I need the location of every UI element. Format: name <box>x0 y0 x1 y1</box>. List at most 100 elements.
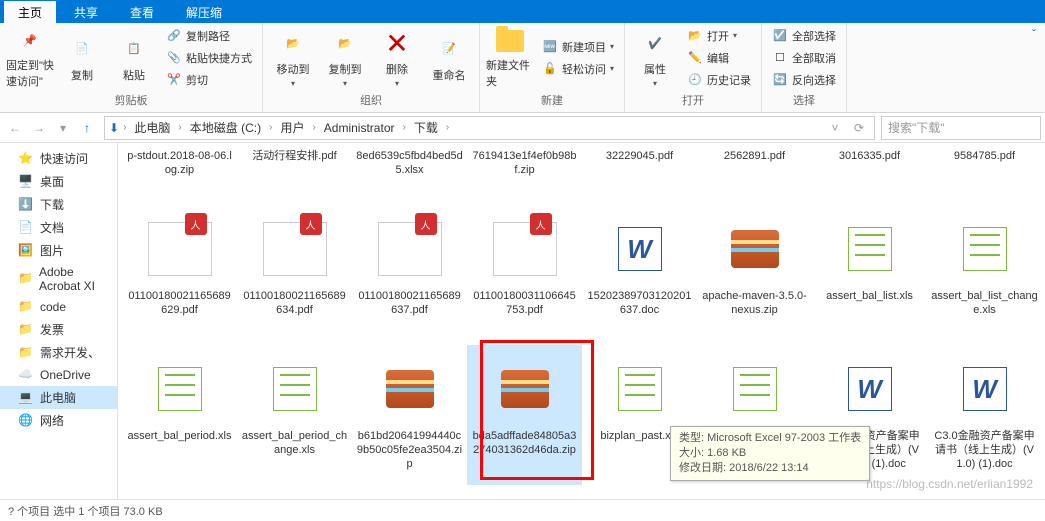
edit-button[interactable]: ✏️编辑 <box>683 48 755 68</box>
paste-button[interactable]: 📋 粘贴 <box>110 27 158 89</box>
ribbon-group-clipboard: 📌 固定到"快速访问" 📄 复制 📋 粘贴 🔗复制路径 📎粘贴快捷方式 ✂️剪切… <box>0 23 263 112</box>
easy-access-button[interactable]: 🔓轻松访问▾ <box>538 59 618 79</box>
open-button[interactable]: 📂打开▾ <box>683 26 755 46</box>
new-item-icon: 🆕 <box>542 39 558 55</box>
file-thumb <box>949 213 1021 285</box>
file-name: 01100180031106645753.pdf <box>467 289 582 317</box>
file-item[interactable]: 32229045.pdf <box>582 145 697 205</box>
rename-button[interactable]: 📝重命名 <box>425 27 473 89</box>
sidebar-item-Adobe Acrobat XI[interactable]: 📁Adobe Acrobat XI <box>0 262 117 296</box>
sidebar-item-快速访问[interactable]: ⭐快速访问 <box>0 147 117 170</box>
invert-select-button[interactable]: 🔄反向选择 <box>768 70 840 90</box>
tab-share[interactable]: 共享 <box>60 1 112 23</box>
sidebar-item-桌面[interactable]: 🖥️桌面 <box>0 170 117 193</box>
file-thumb: 人 <box>259 213 331 285</box>
nav-forward-button[interactable]: → <box>28 117 50 139</box>
ribbon-collapse-button[interactable]: ˇ <box>1023 23 1045 45</box>
move-to-button[interactable]: 📂移动到▾ <box>269 27 317 89</box>
sidebar-item-需求开发、[interactable]: 📁需求开发、 <box>0 341 117 364</box>
file-name: 01100180021165689634.pdf <box>237 289 352 317</box>
crumb-downloads[interactable]: 下载 <box>410 119 442 136</box>
file-item[interactable]: 活动行程安排.pdf <box>237 145 352 205</box>
file-thumb <box>834 213 906 285</box>
search-input[interactable]: 搜索"下载" <box>881 116 1041 140</box>
file-grid[interactable]: p-stdout.2018-08-06.log.zip活动行程安排.pdf8ed… <box>118 143 1045 499</box>
sidebar-item-label: 发票 <box>40 321 64 338</box>
cut-icon: ✂️ <box>166 72 182 88</box>
delete-button[interactable]: ✕删除▾ <box>373 27 421 89</box>
file-item[interactable]: assert_bal_period_change.xls <box>237 345 352 485</box>
chevron-down-icon: ▾ <box>343 79 347 88</box>
file-item[interactable]: assert_bal_period.xls <box>122 345 237 485</box>
breadcrumb-bar: ← → ▾ ↑ ⬇ › 此电脑› 本地磁盘 (C:)› 用户› Administ… <box>0 113 1045 143</box>
select-none-button[interactable]: ☐全部取消 <box>768 48 840 68</box>
file-item[interactable]: 8ed6539c5fbd4bed5d5.xlsx <box>352 145 467 205</box>
file-item[interactable]: 2562891.pdf <box>697 145 812 205</box>
nav-up-button[interactable]: ↑ <box>76 117 98 139</box>
file-item[interactable]: 7619413e1f4ef0b98bf.zip <box>467 145 582 205</box>
refresh-button[interactable]: ⟳ <box>848 117 870 139</box>
chevron-right-icon: › <box>121 122 128 133</box>
file-item[interactable]: 人 01100180021165689634.pdf <box>237 205 352 345</box>
file-item[interactable]: WC3.0金融资产备案申请书（线上生成）(V1.0) (1).doc <box>927 345 1042 485</box>
file-item[interactable]: p-stdout.2018-08-06.log.zip <box>122 145 237 205</box>
cut-button[interactable]: ✂️剪切 <box>162 70 256 90</box>
delete-label: 删除 <box>386 61 408 77</box>
chevron-down-icon: ▾ <box>653 79 657 88</box>
open-icon: 📂 <box>687 28 703 44</box>
new-item-button[interactable]: 🆕新建项目▾ <box>538 37 618 57</box>
sidebar-item-OneDrive[interactable]: ☁️OneDrive <box>0 364 117 386</box>
file-item[interactable]: apache-maven-3.5.0-nexus.zip <box>697 205 812 345</box>
new-folder-label: 新建文件夹 <box>486 57 534 89</box>
sidebar-item-code[interactable]: 📁code <box>0 296 117 318</box>
file-item[interactable]: 人01100180021165689637.pdf <box>352 205 467 345</box>
file-item[interactable]: 3016335.pdf <box>812 145 927 205</box>
delete-icon: ✕ <box>381 27 413 59</box>
nav-recent-button[interactable]: ▾ <box>52 117 74 139</box>
select-all-button[interactable]: ☑️全部选择 <box>768 26 840 46</box>
download-icon: ⬇️ <box>18 197 34 213</box>
file-name: bda5adffade84805a3274031362d46da.zip <box>467 429 582 457</box>
history-button[interactable]: 🕘历史记录 <box>683 70 755 90</box>
file-item[interactable]: assert_bal_list.xls <box>812 205 927 345</box>
sidebar-item-网络[interactable]: 🌐网络 <box>0 409 117 432</box>
file-item[interactable]: W15202389703120201637.doc <box>582 205 697 345</box>
path-dropdown-button[interactable]: ˅ <box>824 117 846 139</box>
paste-shortcut-button[interactable]: 📎粘贴快捷方式 <box>162 48 256 68</box>
easy-access-icon: 🔓 <box>542 61 558 77</box>
file-item[interactable]: 人01100180021165689629.pdf <box>122 205 237 345</box>
tab-home[interactable]: 主页 <box>4 1 56 23</box>
sidebar-item-此电脑[interactable]: 💻此电脑 <box>0 386 117 409</box>
tooltip-modified-value: 2018/6/22 13:14 <box>729 462 809 474</box>
properties-button[interactable]: ✔️属性▾ <box>631 27 679 89</box>
sidebar-item-下载[interactable]: ⬇️下载 <box>0 193 117 216</box>
network-icon: 🌐 <box>18 413 34 429</box>
pin-quick-access-button[interactable]: 📌 固定到"快速访问" <box>6 27 54 89</box>
crumb-admin[interactable]: Administrator <box>320 121 399 135</box>
copy-path-button[interactable]: 🔗复制路径 <box>162 26 256 46</box>
copy-button[interactable]: 📄 复制 <box>58 27 106 89</box>
file-name: 32229045.pdf <box>602 149 677 163</box>
breadcrumb-path[interactable]: ⬇ › 此电脑› 本地磁盘 (C:)› 用户› Administrator› 下… <box>104 116 875 140</box>
document-icon: 📄 <box>18 220 34 236</box>
tab-extract[interactable]: 解压缩 <box>172 1 236 23</box>
new-folder-button[interactable]: 新建文件夹 <box>486 27 534 89</box>
file-item[interactable]: 人01100180031106645753.pdf <box>467 205 582 345</box>
sidebar-item-发票[interactable]: 📁发票 <box>0 318 117 341</box>
file-item[interactable]: b61bd20641994440c9b50c05fe2ea3504.zip <box>352 345 467 485</box>
tab-view[interactable]: 查看 <box>116 1 168 23</box>
file-item[interactable]: assert_bal_list_change.xls <box>927 205 1042 345</box>
nav-back-button[interactable]: ← <box>4 117 26 139</box>
crumb-users[interactable]: 用户 <box>276 119 308 136</box>
file-item[interactable]: bda5adffade84805a3274031362d46da.zip <box>467 345 582 485</box>
chevron-right-icon: › <box>267 122 274 133</box>
file-item[interactable]: 9584785.pdf <box>927 145 1042 205</box>
crumb-thispc[interactable]: 此电脑 <box>130 119 174 136</box>
sidebar-item-文档[interactable]: 📄文档 <box>0 216 117 239</box>
sidebar-item-图片[interactable]: 🖼️图片 <box>0 239 117 262</box>
crumb-drive[interactable]: 本地磁盘 (C:) <box>186 119 265 136</box>
copy-to-button[interactable]: 📂复制到▾ <box>321 27 369 89</box>
copy-to-label: 复制到 <box>329 61 362 77</box>
sidebar-item-label: 快速访问 <box>40 150 88 167</box>
status-text: ? 个项目 选中 1 个项目 73.0 KB <box>8 503 163 519</box>
